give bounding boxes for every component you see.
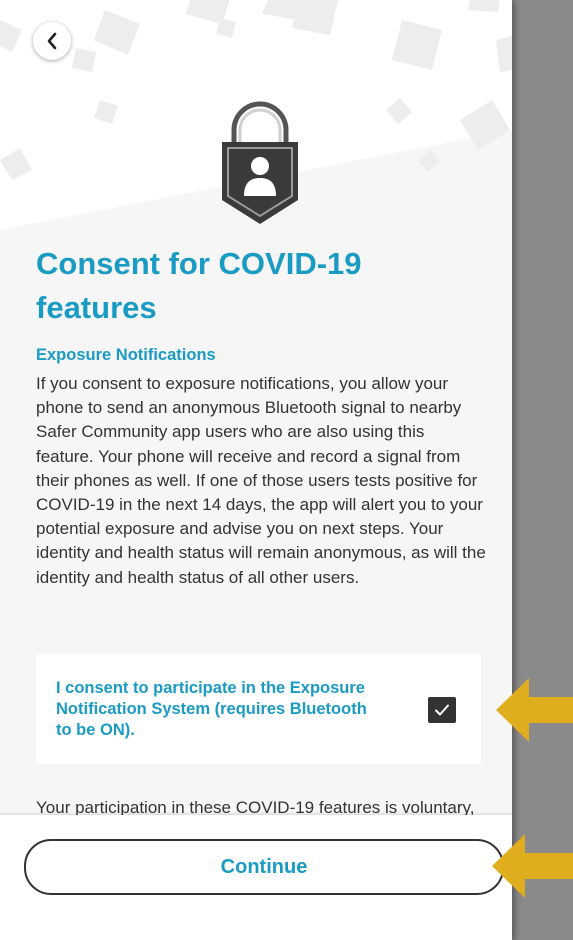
consent-label: I consent to participate in the Exposure…: [56, 679, 367, 739]
padlock-person-icon: [222, 101, 298, 224]
continue-button[interactable]: Continue: [24, 839, 504, 895]
checkmark-icon: [435, 704, 449, 716]
section-body: If you consent to exposure notifications…: [36, 374, 486, 587]
section-heading: Exposure Notifications: [36, 346, 216, 364]
arrow-pointer-icon: [496, 678, 573, 742]
back-button[interactable]: [33, 22, 71, 60]
app-screen: Consent for COVID-19 features Exposure N…: [0, 0, 512, 940]
page-title: Consent for COVID-19 features: [36, 246, 362, 325]
arrow-pointer-icon: [492, 834, 573, 898]
consent-checkbox[interactable]: [428, 697, 456, 723]
chevron-left-icon: [47, 32, 57, 50]
consent-option[interactable]: I consent to participate in the Exposure…: [36, 654, 481, 764]
